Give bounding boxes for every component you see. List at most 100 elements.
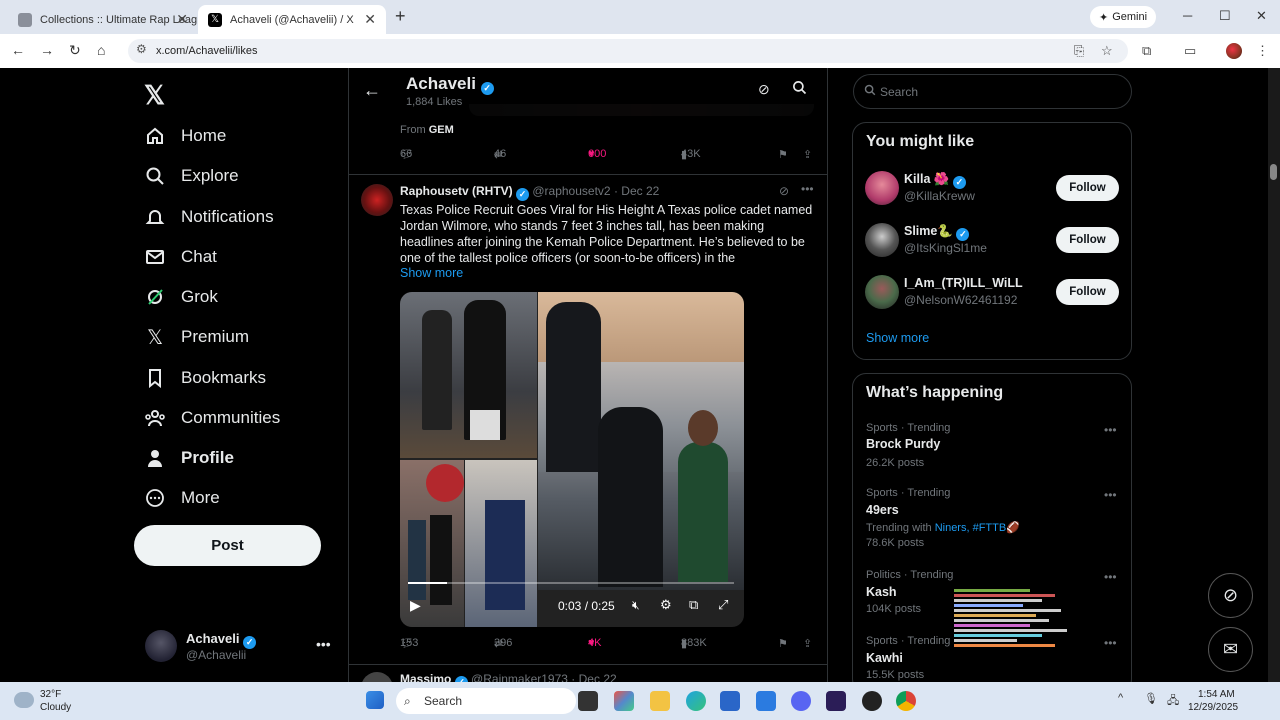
show-more-link[interactable]: Show more [866,331,929,345]
file-explorer-icon[interactable] [650,691,670,711]
nav-explore[interactable]: Explore [144,161,239,191]
store-icon[interactable] [720,691,740,711]
trend-name[interactable]: Brock Purdy [866,437,940,451]
tweet-author-avatar[interactable] [361,672,393,682]
trend-with-tags[interactable]: Niners, #FTTB🏈 [935,522,1020,534]
mute-icon[interactable]: 🔇︎ [632,598,640,613]
tab-collections[interactable]: Collections :: Ultimate Rap Leag ✕ [8,5,198,34]
messages-fab-icon[interactable]: ✉ [1208,627,1253,672]
tweet-author-avatar[interactable] [361,184,393,216]
tray-chevron-icon[interactable]: ^ [1118,692,1123,704]
nav-notifications[interactable]: Notifications [144,202,274,232]
weather-temp[interactable]: 32°F [40,689,61,700]
gemini-button[interactable]: ✦ Gemini [1090,6,1156,28]
reload-button[interactable]: ↻ [69,42,81,59]
trend-name[interactable]: Kash [866,585,897,599]
weather-cloud-icon[interactable] [14,692,34,708]
trend-more-icon[interactable]: ••• [1104,570,1117,584]
sidebar-icon[interactable]: ▭ [1184,43,1196,59]
x-logo-icon[interactable]: 𝕏 [144,80,165,111]
tweet-author-handle[interactable]: @raphousetv2 [532,184,610,198]
picture-in-picture-icon[interactable]: ⧉ [689,597,698,613]
nav-home[interactable]: Home [144,121,226,151]
tab-achaveli[interactable]: 𝕏 Achaveli (@Achavelii) / X ✕ [198,5,386,34]
nav-communities[interactable]: Communities [144,403,280,433]
minimize-button[interactable]: ─ [1183,8,1192,23]
trend-name[interactable]: 49ers [866,503,899,517]
task-view-icon[interactable] [578,691,598,711]
account-name[interactable]: Achaveli ✓ [186,631,257,649]
suggestion-name[interactable]: Killa 🌺 ✓ [904,172,966,189]
show-more-link[interactable]: Show more [400,266,463,280]
bookmark-star-icon[interactable]: ☆ [1101,43,1113,59]
maximize-button[interactable]: ☐ [1219,8,1231,24]
install-app-icon[interactable]: ⎘ [1074,43,1084,59]
follow-button[interactable]: Follow [1056,175,1119,201]
grok-explain-icon[interactable]: ⊘ [779,184,789,198]
scrollbar[interactable] [1268,68,1280,682]
search-icon[interactable] [792,80,807,99]
nav-profile[interactable]: Profile [144,443,234,473]
windows-start-icon[interactable] [366,691,384,709]
tweet-author-name[interactable]: Massimo [400,672,451,682]
post-button[interactable]: Post [134,525,321,566]
bookmark-icon[interactable]: ⚑ [778,148,788,161]
nav-chat[interactable]: Chat [144,242,217,272]
back-arrow-icon[interactable]: ← [363,80,381,101]
trend-more-icon[interactable]: ••• [1104,636,1117,650]
address-bar[interactable]: x.com/Achavelii/likes [128,39,1128,63]
close-tab-icon[interactable]: ✕ [364,11,376,28]
browser-profile-avatar[interactable] [1226,43,1242,59]
share-icon[interactable]: ⇪ [803,148,812,161]
bookmark-icon[interactable]: ⚑ [778,637,788,650]
source-name[interactable]: GEM [429,124,454,136]
close-tab-icon[interactable]: ✕ [176,11,188,28]
nav-premium[interactable]: 𝕏 Premium [144,322,249,352]
taskbar-search[interactable]: Search [396,688,576,714]
back-button[interactable]: ← [11,42,25,58]
new-tab-button[interactable]: + [395,6,406,27]
tweet-more-icon[interactable]: ••• [801,182,814,196]
follow-button[interactable]: Follow [1056,279,1119,305]
follow-button[interactable]: Follow [1056,227,1119,253]
nav-more[interactable]: More [144,483,220,513]
forward-button[interactable]: → [40,42,54,58]
copilot-icon[interactable] [614,691,634,711]
microphone-icon[interactable]: 🎙︎ [1144,692,1158,705]
search-input[interactable]: Search [853,74,1132,109]
extensions-icon[interactable]: ⧉ [1142,43,1151,59]
clock-time[interactable]: 1:54 AM [1198,689,1235,700]
close-window-button[interactable]: ✕ [1256,8,1267,24]
tweet-date[interactable]: Dec 22 [579,672,617,682]
tweet-date[interactable]: Dec 22 [621,184,659,198]
nav-grok[interactable]: Grok [144,282,218,312]
obs-icon[interactable] [862,691,882,711]
suggestion-name[interactable]: I_Am_(TR)ILL_WiLL [904,276,1023,290]
trend-more-icon[interactable]: ••• [1104,423,1117,437]
play-icon[interactable]: ▶ [410,597,421,614]
share-icon[interactable]: ⇪ [803,637,812,650]
suggestion-name[interactable]: Slime🐍 ✓ [904,224,970,241]
scrollbar-thumb[interactable] [1270,164,1277,180]
app-icon[interactable] [826,691,846,711]
suggestion-avatar[interactable] [865,223,899,257]
network-icon[interactable]: 🖧︎ [1167,692,1179,711]
outlook-icon[interactable] [756,691,776,711]
discord-icon[interactable] [791,691,811,711]
chrome-icon[interactable] [896,691,916,711]
suggestion-avatar[interactable] [865,171,899,205]
tweet-author-handle[interactable]: @Rainmaker1973 [471,672,568,682]
settings-gear-icon[interactable]: ⚙ [660,597,672,613]
edge-icon[interactable] [686,691,706,711]
video-progress-track[interactable] [408,582,734,584]
fullscreen-icon[interactable]: ⤢ [718,597,728,613]
account-more-icon[interactable]: ••• [316,636,331,652]
home-button[interactable]: ⌂ [97,42,105,58]
menu-icon[interactable]: ⋮ [1256,43,1269,59]
grok-fab-icon[interactable]: ⊘ [1208,573,1253,618]
suggestion-avatar[interactable] [865,275,899,309]
nav-bookmarks[interactable]: Bookmarks [144,363,266,393]
account-avatar[interactable] [145,630,177,662]
site-info-icon[interactable]: ⚙ [136,42,147,56]
trend-name[interactable]: Kawhi [866,651,903,665]
